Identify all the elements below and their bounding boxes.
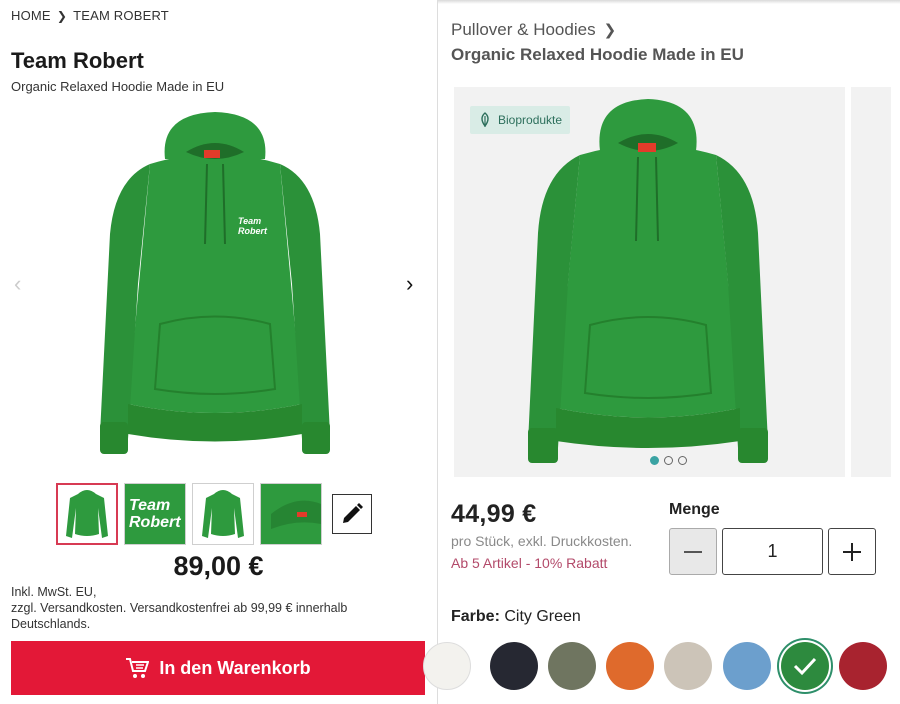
- left-panel: HOME ❯ TEAM ROBERT Team Robert Organic R…: [0, 0, 437, 704]
- thumb-print-text: Team Robert: [129, 497, 181, 531]
- color-label-value: City Green: [504, 608, 581, 625]
- hoodie-thumb-icon: [66, 490, 108, 538]
- breadcrumb-current[interactable]: TEAM ROBERT: [73, 8, 169, 23]
- chevron-right-icon: ❯: [56, 8, 68, 23]
- hoodie-back-thumb-icon: [202, 490, 244, 538]
- color-swatch[interactable]: [423, 642, 471, 690]
- color-label: Farbe: City Green: [451, 608, 581, 626]
- product-gallery[interactable]: Bioprodukte: [454, 87, 845, 477]
- product-main-image[interactable]: Team Robert: [90, 104, 340, 469]
- pencil-icon: [343, 503, 363, 523]
- color-swatch[interactable]: [606, 642, 654, 690]
- category-link[interactable]: Pullover & Hoodies ❯: [451, 20, 616, 40]
- thumbnail-front[interactable]: [56, 483, 118, 545]
- chevron-right-icon[interactable]: ›: [406, 273, 413, 295]
- breadcrumb: HOME ❯ TEAM ROBERT: [11, 8, 169, 23]
- print-line-2: Robert: [238, 226, 268, 236]
- gallery-pagination: [650, 456, 687, 465]
- plus-icon: [843, 542, 861, 561]
- detail-thumb-icon: [261, 484, 321, 544]
- print-line-1: Team: [238, 216, 261, 226]
- color-swatch[interactable]: [839, 642, 887, 690]
- add-to-cart-button[interactable]: In den Warenkorb: [11, 641, 425, 695]
- right-panel: Pullover & Hoodies ❯ Organic Relaxed Hoo…: [423, 0, 900, 704]
- minus-icon: [684, 550, 702, 553]
- edit-design-button[interactable]: [332, 494, 372, 534]
- color-swatch[interactable]: [723, 642, 771, 690]
- top-divider: [438, 0, 900, 4]
- thumbnail-back[interactable]: [192, 483, 254, 545]
- thumbnail-strip: Team Robert: [56, 483, 322, 545]
- color-swatch[interactable]: [548, 642, 596, 690]
- cart-icon: [126, 658, 150, 678]
- color-label-key: Farbe:: [451, 608, 500, 625]
- product-title-right: Organic Relaxed Hoodie Made in EU: [451, 45, 744, 64]
- quantity-decrease-button[interactable]: [669, 528, 717, 575]
- color-swatches: [423, 642, 900, 692]
- color-swatch[interactable]: [664, 642, 712, 690]
- quantity-label: Menge: [669, 501, 720, 518]
- thumbnail-print[interactable]: Team Robert: [124, 483, 186, 545]
- price: 89,00 €: [173, 551, 264, 581]
- thumbnail-detail[interactable]: [260, 483, 322, 545]
- discount-note: Ab 5 Artikel - 10% Rabatt: [451, 555, 608, 571]
- gallery-dot[interactable]: [664, 456, 673, 465]
- leaf-icon: [481, 112, 489, 128]
- category-label: Pullover & Hoodies: [451, 20, 596, 39]
- quantity-increase-button[interactable]: [828, 528, 876, 575]
- product-subtitle: Organic Relaxed Hoodie Made in EU: [11, 79, 225, 94]
- unit-note: pro Stück, exkl. Druckkosten.: [451, 533, 633, 549]
- price-right: 44,99 €: [451, 500, 537, 528]
- gallery-image: [528, 99, 768, 463]
- gallery-next-slide[interactable]: [851, 87, 891, 477]
- check-icon: [793, 657, 817, 676]
- gallery-dot[interactable]: [650, 456, 659, 465]
- color-swatch[interactable]: [490, 642, 538, 690]
- gallery-dot[interactable]: [678, 456, 687, 465]
- product-title: Team Robert: [11, 48, 144, 73]
- tax-line-1: Inkl. MwSt. EU,: [11, 585, 97, 599]
- quantity-input[interactable]: 1: [722, 528, 823, 575]
- tax-line-2: zzgl. Versandkosten. Versandkostenfrei a…: [11, 601, 348, 631]
- chevron-left-icon[interactable]: ‹: [14, 273, 21, 295]
- color-swatch[interactable]: [781, 642, 829, 690]
- add-to-cart-label: In den Warenkorb: [159, 657, 311, 678]
- chevron-right-icon: ❯: [603, 22, 617, 39]
- tax-info: Inkl. MwSt. EU, zzgl. Versandkosten. Ver…: [11, 584, 421, 632]
- breadcrumb-home[interactable]: HOME: [11, 8, 51, 23]
